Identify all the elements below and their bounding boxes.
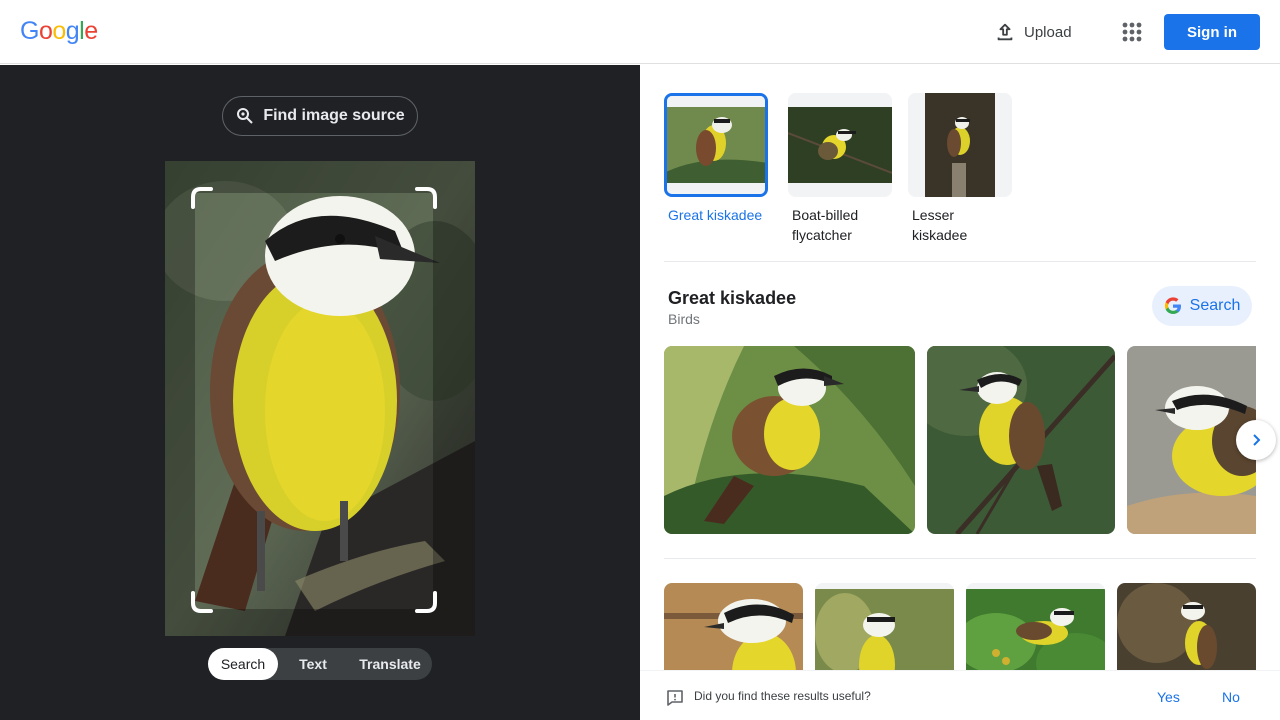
results-panel: Great kiskadee Boat-billed flycatcher Le… bbox=[640, 65, 1280, 720]
match-thumb-image bbox=[664, 93, 768, 197]
feedback-question: Did you find these results useful? bbox=[694, 689, 871, 703]
entity-search-button[interactable]: Search bbox=[1152, 286, 1252, 326]
apps-grid-icon[interactable] bbox=[1118, 18, 1146, 46]
divider bbox=[664, 261, 1256, 262]
feedback-icon bbox=[666, 689, 684, 707]
match-label: Great kiskadee bbox=[668, 207, 763, 223]
lens-search-icon bbox=[235, 106, 255, 126]
query-bird-image bbox=[165, 161, 475, 636]
entity-title: Great kiskadee bbox=[668, 288, 797, 308]
result-image[interactable] bbox=[927, 346, 1115, 534]
google-logo[interactable]: Google bbox=[20, 17, 98, 46]
match-thumb-image bbox=[908, 93, 1012, 197]
match-card-great-kiskadee[interactable]: Great kiskadee bbox=[664, 93, 768, 225]
upload-button[interactable]: Upload bbox=[990, 16, 1076, 48]
feedback-no-link[interactable]: No bbox=[1222, 689, 1240, 705]
find-image-source-button[interactable]: Find image source bbox=[222, 96, 418, 136]
mode-tabs: Search Text Translate bbox=[208, 648, 432, 680]
result-image[interactable] bbox=[664, 346, 915, 534]
match-card-lesser-kiskadee[interactable]: Lesser kiskadee bbox=[908, 93, 1012, 245]
find-image-source-label: Find image source bbox=[263, 107, 405, 124]
chevron-right-icon bbox=[1253, 434, 1261, 446]
upload-label: Upload bbox=[1024, 23, 1072, 41]
feedback-yes-link[interactable]: Yes bbox=[1157, 689, 1180, 705]
match-thumb-image bbox=[788, 93, 892, 197]
google-g-icon bbox=[1164, 297, 1182, 315]
upload-icon bbox=[994, 21, 1016, 43]
match-label: Boat-billed flycatcher bbox=[792, 207, 859, 243]
divider bbox=[664, 558, 1256, 559]
feedback-bar: Did you find these results useful? Yes N… bbox=[640, 670, 1280, 720]
top-bar: Google Upload Sign in bbox=[0, 0, 1280, 64]
sign-in-button[interactable]: Sign in bbox=[1164, 14, 1260, 50]
query-image-panel: Find image source Search Text Translate bbox=[0, 65, 640, 720]
tab-text[interactable]: Text bbox=[278, 648, 348, 680]
next-arrow-button[interactable] bbox=[1236, 420, 1276, 460]
entity-subtitle: Birds bbox=[668, 311, 700, 327]
match-card-boat-billed-flycatcher[interactable]: Boat-billed flycatcher bbox=[788, 93, 892, 245]
match-label: Lesser kiskadee bbox=[912, 207, 968, 243]
entity-search-label: Search bbox=[1189, 297, 1241, 314]
tab-search[interactable]: Search bbox=[208, 648, 278, 680]
tab-translate[interactable]: Translate bbox=[348, 648, 432, 680]
